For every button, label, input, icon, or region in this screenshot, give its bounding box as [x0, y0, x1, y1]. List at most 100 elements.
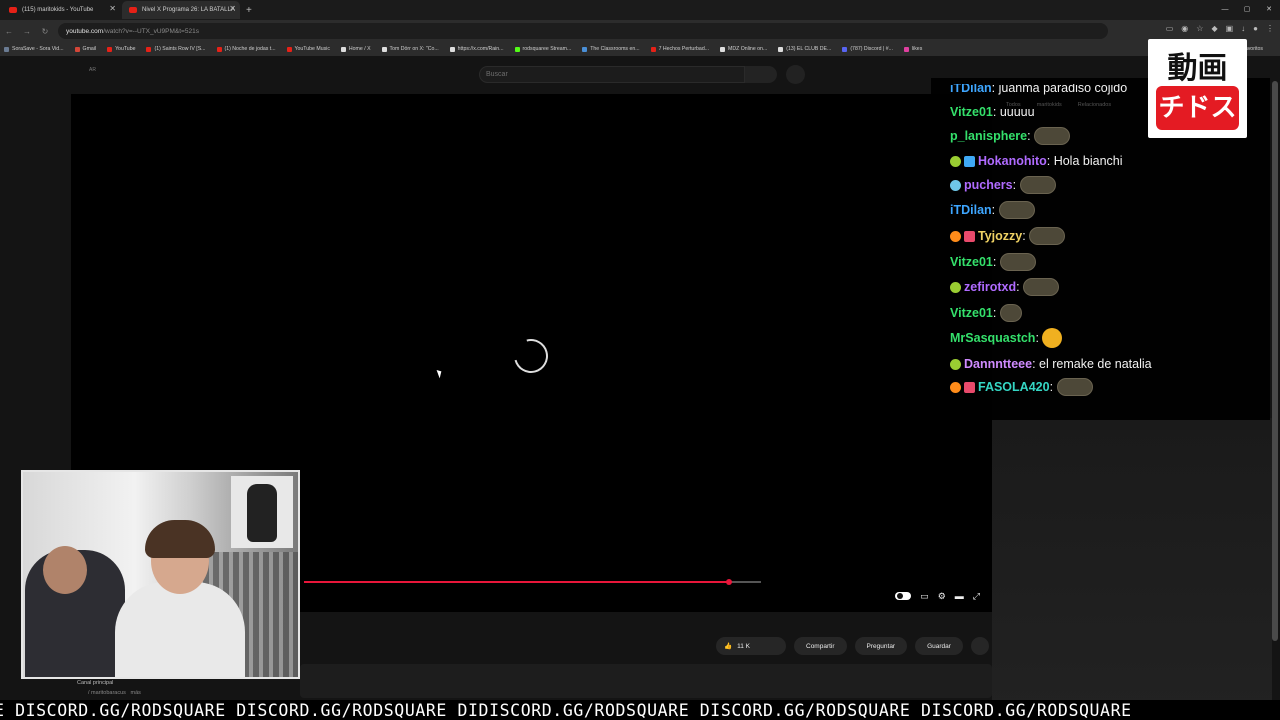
badge-icon	[950, 358, 961, 370]
back-icon[interactable]: ←	[0, 27, 18, 36]
chat-message: iTDilan:	[950, 200, 1035, 220]
progress-bar[interactable]	[304, 579, 761, 585]
mic-icon[interactable]	[786, 65, 805, 84]
bookmark[interactable]: 7 Hechos Perturbad...	[650, 46, 709, 52]
share-button[interactable]: Compartir	[794, 637, 847, 655]
minimize-icon[interactable]: —	[1214, 0, 1236, 20]
logo-text-top: 動画	[1167, 51, 1228, 86]
chat-emote-icon	[1023, 278, 1060, 296]
menu-icon[interactable]: ⋮	[1266, 24, 1274, 33]
loading-spinner-icon	[507, 332, 555, 380]
reload-icon[interactable]: ↻	[36, 27, 54, 36]
download-icon[interactable]: ↓	[1241, 24, 1245, 33]
badge-icon	[950, 179, 961, 191]
close-tab-icon[interactable]: ✕	[229, 4, 236, 13]
browser-tab-2[interactable]: Nivel X Programa 26: LA BATALLA ✕	[122, 1, 240, 19]
close-tab-icon[interactable]: ✕	[109, 4, 116, 13]
window-controls: — ▢ ✕	[1214, 0, 1280, 20]
toolbar-icons: ▭ ◉ ☆ ◆ ▣ ↓ ● ⋮	[1166, 24, 1274, 33]
autoplay-toggle[interactable]	[895, 592, 912, 600]
bookmark[interactable]: SoraSave - Sora Vid...	[4, 46, 64, 52]
save-button[interactable]: Guardar	[915, 637, 963, 655]
logo-text-bottom: チドス	[1156, 86, 1239, 130]
settings-gear-icon[interactable]: ⚙	[938, 591, 946, 602]
maximize-icon[interactable]: ▢	[1236, 0, 1258, 20]
browser-tab-1[interactable]: (115) maritokids - YouTube ✕	[2, 1, 120, 19]
page-scrollbar[interactable]	[1272, 81, 1278, 641]
chat-emote-icon	[1019, 176, 1056, 194]
theater-mode-icon[interactable]: ▬	[955, 591, 964, 602]
video-actions: 👍 11 K Compartir Preguntar Guardar	[716, 637, 989, 655]
new-tab-icon[interactable]: +	[246, 5, 252, 16]
faded-related-tabs: Todos maritokids Relacionados	[1006, 102, 1112, 108]
bookmark[interactable]: The Classrooms en...	[582, 46, 640, 52]
bookmark[interactable]: Home / X	[340, 46, 371, 52]
badge-icon	[950, 281, 961, 293]
search-input[interactable]: Buscar	[479, 66, 745, 83]
channel-label: Canal principal	[77, 680, 114, 686]
extension-icon[interactable]: ◆	[1211, 24, 1217, 33]
url-input[interactable]: youtube.com/watch?v=--UTX_vU9PM&t=521s	[58, 23, 1108, 39]
laughing-emoji-icon	[1042, 328, 1063, 348]
ask-button[interactable]: Preguntar	[854, 637, 908, 655]
bookmark[interactable]: https://x.com/Rain...	[449, 46, 504, 52]
chat-message: Vitze01:	[950, 303, 1022, 323]
bookmark[interactable]: (1) Saints Row IV [S...	[146, 46, 206, 52]
bookmark[interactable]: (787) Discord | #...	[842, 46, 893, 52]
puzzle-icon[interactable]: ▣	[1226, 24, 1234, 33]
url-path: /watch?v=--UTX_vU9PM&t=521s	[103, 27, 199, 35]
profile-icon[interactable]: ●	[1253, 24, 1258, 33]
chat-message: Dannntteee: el remake de natalia	[950, 354, 1152, 374]
ticker-text: E DISCORD.GG/RODSQUARE DISCORD.GG/RODSQU…	[0, 701, 1132, 720]
badge-icon	[964, 230, 975, 242]
chat-message: p_lanisphere:	[950, 126, 1071, 146]
cast-icon[interactable]: ▭	[1166, 24, 1174, 33]
webcam-overlay	[21, 470, 300, 679]
search-button[interactable]	[745, 66, 777, 83]
badge-icon	[950, 230, 961, 242]
badge-icon	[964, 155, 975, 167]
browser-tab-bar: (115) maritokids - YouTube ✕ Nivel X Pro…	[0, 0, 1280, 20]
player-controls: ▭ ⚙ ▬ ⤢	[895, 591, 980, 602]
description-box[interactable]	[300, 664, 992, 698]
chat-message: Tyjozzy:	[950, 226, 1066, 246]
like-button[interactable]: 👍 11 K	[716, 637, 786, 655]
chat-message: iTDilan: juanma paradiso cojido	[950, 81, 1128, 95]
chat-message: MrSasquastch:	[950, 328, 1063, 348]
channel-handle[interactable]: / maritobaracus más	[88, 690, 141, 696]
bookmark[interactable]: YouTube Music	[286, 46, 330, 52]
badge-icon	[950, 381, 961, 393]
forward-icon[interactable]: →	[18, 27, 36, 36]
youtube-favicon-icon	[129, 7, 137, 13]
badge-icon	[964, 381, 975, 393]
tab-title: Nivel X Programa 26: LA BATALLA	[142, 7, 235, 13]
chat-message: zefirotxd:	[950, 277, 1060, 297]
subtitles-icon[interactable]: ▭	[920, 591, 929, 602]
bookmark[interactable]: (1) Noche de jodas t...	[216, 46, 276, 52]
close-window-icon[interactable]: ✕	[1258, 0, 1280, 20]
tab-title: (115) maritokids - YouTube	[22, 7, 94, 13]
channel-logo: 動画 チドス	[1148, 39, 1247, 138]
bookmark[interactable]: Gmail	[74, 46, 96, 52]
bookmark[interactable]: Tom Dörr on X: "Co...	[381, 46, 439, 52]
fullscreen-icon[interactable]: ⤢	[973, 591, 980, 602]
screen: (115) maritokids - YouTube ✕ Nivel X Pro…	[0, 0, 1280, 720]
bookmark[interactable]: YouTube	[107, 46, 135, 52]
chat-message: Hokanohito: Hola bianchi	[950, 151, 1123, 171]
bookmark[interactable]: MDZ Online on...	[720, 46, 767, 52]
streamer-right	[115, 582, 245, 677]
chat-message: Vitze01:	[950, 252, 1036, 272]
star-icon[interactable]: ☆	[1196, 24, 1203, 33]
bookmark[interactable]: rodsquaree Stream...	[514, 46, 571, 52]
chat-emote-icon	[1056, 378, 1093, 396]
chat-emote-icon	[999, 304, 1022, 322]
progress-thumb[interactable]	[726, 579, 732, 585]
more-actions-button[interactable]	[970, 637, 989, 655]
backpack-image	[231, 476, 293, 548]
discord-ticker: E DISCORD.GG/RODSQUARE DISCORD.GG/RODSQU…	[0, 700, 1280, 720]
eye-icon[interactable]: ◉	[1181, 24, 1188, 33]
chat-emote-icon	[1034, 127, 1071, 145]
chat-message: puchers:	[950, 175, 1056, 195]
bookmark[interactable]: likes	[903, 46, 922, 52]
bookmark[interactable]: (13) EL CLUB DE...	[778, 46, 831, 52]
